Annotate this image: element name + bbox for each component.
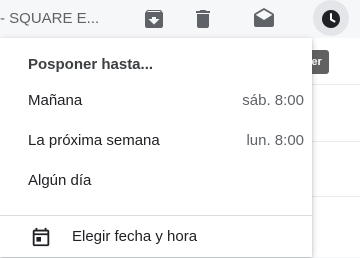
option-label: Mañana <box>28 92 83 109</box>
snooze-option-someday[interactable]: Algún día <box>0 162 312 202</box>
row-divider <box>312 84 360 85</box>
email-subject[interactable]: - SQUARE E... <box>0 10 99 27</box>
snooze-menu: Posponer hasta... Mañana sáb. 8:00 La pr… <box>0 38 312 257</box>
mark-read-icon[interactable] <box>252 7 276 31</box>
option-time: lun. 8:00 <box>246 132 304 149</box>
snooze-option-pick-date[interactable]: Elegir fecha y hora <box>0 218 312 258</box>
option-time: sáb. 8:00 <box>242 92 304 109</box>
option-label: La próxima semana <box>28 132 160 149</box>
calendar-icon <box>30 226 52 248</box>
menu-divider <box>0 215 312 216</box>
option-label: Algún día <box>28 172 92 189</box>
option-label: Elegir fecha y hora <box>72 228 198 245</box>
snooze-option-tomorrow[interactable]: Mañana sáb. 8:00 <box>0 82 312 122</box>
delete-icon[interactable] <box>191 7 215 31</box>
snooze-icon[interactable] <box>319 7 343 31</box>
snooze-option-next-week[interactable]: La próxima semana lun. 8:00 <box>0 122 312 162</box>
archive-icon[interactable] <box>142 7 166 31</box>
snooze-menu-title: Posponer hasta... <box>28 56 154 73</box>
row-divider <box>312 141 360 142</box>
row-divider <box>312 196 360 197</box>
email-toolbar: - SQUARE E... <box>0 0 360 38</box>
